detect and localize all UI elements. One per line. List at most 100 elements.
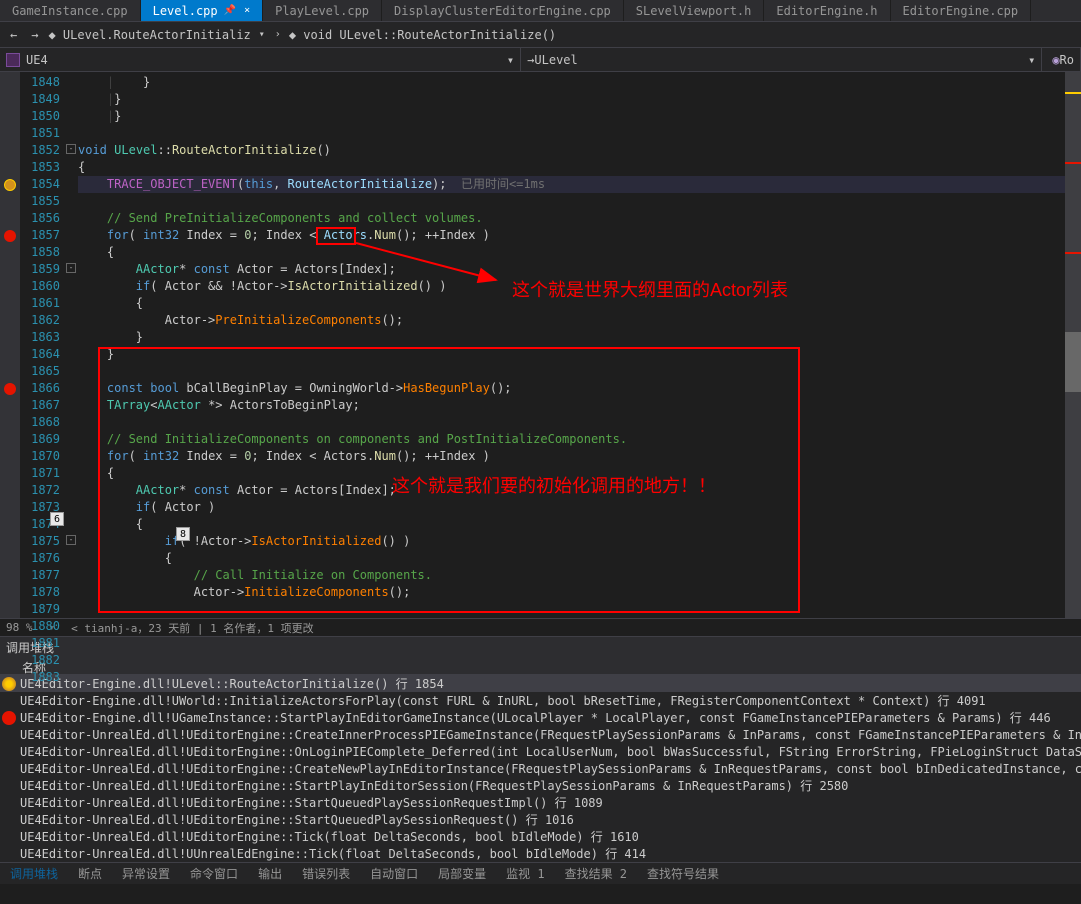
blank-icon [2, 762, 16, 776]
tab-gameinstance[interactable]: GameInstance.cpp [0, 0, 141, 21]
breakpoint-current[interactable] [4, 179, 16, 191]
code-line[interactable]: TRACE_OBJECT_EVENT(this, RouteActorIniti… [78, 176, 1081, 193]
code-line[interactable]: for( int32 Index = 0; Index < Actors.Num… [78, 448, 1081, 465]
code-line[interactable]: // Send PreInitializeComponents and coll… [78, 210, 1081, 227]
code-line[interactable] [78, 414, 1081, 431]
bottom-tab[interactable]: 调用堆栈 [0, 863, 68, 884]
tab-editorengine-cpp[interactable]: EditorEngine.cpp [891, 0, 1032, 21]
code-line[interactable]: void ULevel::RouteActorInitialize() [78, 142, 1081, 159]
nav-func[interactable]: ◆ void ULevel::RouteActorInitialize() [289, 28, 556, 42]
callstack-text: UE4Editor-UnrealEd.dll!UEditorEngine::St… [20, 777, 848, 794]
bottom-tab[interactable]: 断点 [68, 863, 112, 884]
code-line[interactable]: |} [78, 108, 1081, 125]
callstack-text: UE4Editor-UnrealEd.dll!UEditorEngine::Ti… [20, 828, 639, 845]
code-line[interactable] [78, 125, 1081, 142]
bottom-tab[interactable]: 输出 [248, 863, 292, 884]
status-line: 98 % ▾ < tianhj-a，23 天前 | 1 名作者，1 项更改 [0, 618, 1081, 636]
callstack-row[interactable]: UE4Editor-UnrealEd.dll!UEditorEngine::St… [0, 794, 1081, 811]
fold-toggle[interactable]: - [66, 263, 76, 273]
nav-scope[interactable]: ◆ ULevel.RouteActorInitializ [48, 28, 250, 42]
navbar: ← → ◆ ULevel.RouteActorInitializ ▾ › ◆ v… [0, 22, 1081, 48]
chevron-down-icon[interactable]: ▾ [259, 29, 265, 40]
callstack-row[interactable]: UE4Editor-UnrealEd.dll!UEditorEngine::St… [0, 777, 1081, 794]
code-line[interactable] [78, 193, 1081, 210]
blank-icon [2, 694, 16, 708]
bottom-tab[interactable]: 查找符号结果 [637, 863, 729, 884]
breakpoint[interactable] [4, 383, 16, 395]
callstack-row[interactable]: UE4Editor-UnrealEd.dll!UEditorEngine::Cr… [0, 726, 1081, 743]
code-line[interactable]: { [78, 516, 1081, 533]
code-badge[interactable]: 8 [176, 527, 190, 541]
breakpoint-margin[interactable] [0, 72, 20, 618]
code-line[interactable]: { [78, 465, 1081, 482]
code-line[interactable]: { [78, 550, 1081, 567]
bottom-tab[interactable]: 命令窗口 [180, 863, 248, 884]
tab-playlevel[interactable]: PlayLevel.cpp [263, 0, 382, 21]
fold-toggle[interactable]: - [66, 144, 76, 154]
code-line[interactable]: } [78, 346, 1081, 363]
callstack-text: UE4Editor-UnrealEd.dll!UEditorEngine::Cr… [20, 760, 1081, 777]
fwd-button[interactable]: → [27, 28, 42, 42]
fold-margin[interactable]: - - - [64, 72, 78, 618]
code-line[interactable]: TArray<AActor *> ActorsToBeginPlay; [78, 397, 1081, 414]
code-line[interactable]: for( int32 Index = 0; Index < Actors.Num… [78, 227, 1081, 244]
callstack-row[interactable]: UE4Editor-UnrealEd.dll!UEditorEngine::St… [0, 811, 1081, 828]
code-line[interactable]: AActor* const Actor = Actors[Index]; [78, 482, 1081, 499]
code-line[interactable]: { [78, 159, 1081, 176]
pin-icon[interactable]: 📌 [224, 5, 236, 16]
code-line[interactable]: | } [78, 74, 1081, 91]
back-button[interactable]: ← [6, 28, 21, 42]
scroll-thumb[interactable] [1065, 332, 1081, 392]
bottom-tab[interactable]: 监视 1 [496, 863, 554, 884]
callstack-row[interactable]: UE4Editor-Engine.dll!UGameInstance::Star… [0, 709, 1081, 726]
code-line[interactable]: } [78, 329, 1081, 346]
code-line[interactable]: Actor->PreInitializeComponents(); [78, 312, 1081, 329]
code-line[interactable]: { [78, 244, 1081, 261]
tab-slevelviewport[interactable]: SLevelViewport.h [624, 0, 765, 21]
code-editor[interactable]: 1848184918501851185218531854185518561857… [0, 72, 1081, 618]
code-line[interactable] [78, 601, 1081, 618]
close-icon[interactable]: × [244, 5, 250, 16]
tab-displaycluster[interactable]: DisplayClusterEditorEngine.cpp [382, 0, 624, 21]
callstack-text: UE4Editor-UnrealEd.dll!UUnrealEdEngine::… [20, 845, 646, 862]
code-line[interactable]: // Call Initialize on Components. [78, 567, 1081, 584]
chevron-down-icon: ▾ [1028, 53, 1035, 67]
bottom-tab[interactable]: 自动窗口 [360, 863, 428, 884]
bottom-tab[interactable]: 异常设置 [112, 863, 180, 884]
code-line[interactable]: if( Actor ) [78, 499, 1081, 516]
callstack-row[interactable]: UE4Editor-UnrealEd.dll!UEditorEngine::Cr… [0, 760, 1081, 777]
breakpoint[interactable] [4, 230, 16, 242]
code-line[interactable]: { [78, 295, 1081, 312]
callstack-row[interactable]: UE4Editor-UnrealEd.dll!UUnrealEdEngine::… [0, 845, 1081, 862]
tab-level[interactable]: Level.cpp📌× [141, 0, 264, 21]
breakpoint-icon [2, 711, 16, 725]
callstack-text: UE4Editor-Engine.dll!UWorld::InitializeA… [20, 692, 986, 709]
code-line[interactable]: if( !Actor->IsActorInitialized() ) [78, 533, 1081, 550]
code-content[interactable]: | } |} |}void ULevel::RouteActorInitiali… [78, 72, 1081, 618]
line-numbers: 1848184918501851185218531854185518561857… [20, 72, 64, 618]
bottom-tab[interactable]: 查找结果 2 [555, 863, 637, 884]
tab-editorengine-h[interactable]: EditorEngine.h [764, 0, 890, 21]
callstack-row[interactable]: UE4Editor-UnrealEd.dll!UEditorEngine::Ti… [0, 828, 1081, 845]
scope-right[interactable]: ◉ Ro [1042, 48, 1081, 72]
chevron-down-icon: ▾ [507, 53, 514, 67]
code-line[interactable]: if( Actor && !Actor->IsActorInitialized(… [78, 278, 1081, 295]
code-badge[interactable]: 6 [50, 512, 64, 526]
blank-icon [2, 813, 16, 827]
code-line[interactable]: Actor->InitializeComponents(); [78, 584, 1081, 601]
code-line[interactable]: const bool bCallBeginPlay = OwningWorld-… [78, 380, 1081, 397]
code-line[interactable]: |} [78, 91, 1081, 108]
scope-project[interactable]: UE4 ▾ [0, 48, 521, 72]
callstack-row[interactable]: UE4Editor-Engine.dll!UWorld::InitializeA… [0, 692, 1081, 709]
code-line[interactable]: AActor* const Actor = Actors[Index]; [78, 261, 1081, 278]
bottom-tab[interactable]: 错误列表 [292, 863, 360, 884]
code-line[interactable]: // Send InitializeComponents on componen… [78, 431, 1081, 448]
code-line[interactable] [78, 363, 1081, 380]
callstack-header[interactable]: 名称 [0, 657, 1081, 675]
callstack-row[interactable]: UE4Editor-Engine.dll!ULevel::RouteActorI… [0, 675, 1081, 692]
bottom-tab[interactable]: 局部变量 [428, 863, 496, 884]
fold-toggle[interactable]: - [66, 535, 76, 545]
callstack-row[interactable]: UE4Editor-UnrealEd.dll!UEditorEngine::On… [0, 743, 1081, 760]
scope-class[interactable]: → ULevel ▾ [521, 48, 1042, 72]
vscrollbar[interactable] [1065, 72, 1081, 618]
